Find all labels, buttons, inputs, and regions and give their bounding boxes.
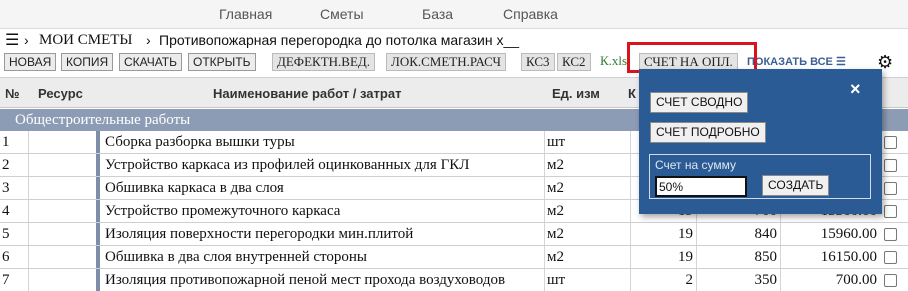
row-unit: м2	[544, 200, 630, 222]
estimate-title: Противопожарная перегородка до потолка м…	[159, 32, 520, 48]
row-price: 850	[696, 246, 780, 268]
column-header-number[interactable]: №	[5, 86, 20, 101]
section-title: Общестроительные работы	[15, 112, 191, 128]
row-name: Изоляция поверхности перегородки мин.пли…	[96, 223, 544, 245]
invoice-popup: × СЧЕТ СВОДНО СЧЕТ ПОДРОБНО Счет на сумм…	[639, 69, 882, 214]
open-button[interactable]: ОТКРЫТЬ	[188, 53, 256, 71]
nav-database[interactable]: База	[422, 6, 453, 22]
row-qty: 19	[630, 246, 696, 268]
invoice-amount-label: Счет на сумму	[655, 158, 737, 172]
invoice-amount-input[interactable]	[655, 176, 747, 197]
row-resource	[28, 269, 96, 291]
breadcrumb-separator: ›	[24, 32, 29, 48]
row-price: 840	[696, 223, 780, 245]
invoice-detailed-button[interactable]: СЧЕТ ПОДРОБНО	[650, 122, 766, 143]
create-invoice-button[interactable]: СОЗДАТЬ	[762, 175, 830, 196]
column-header-resource[interactable]: Ресурс	[38, 86, 83, 101]
row-name: Устройство каркаса из профилей оцинкован…	[96, 154, 544, 176]
row-checkbox[interactable]	[884, 182, 897, 195]
close-icon[interactable]: ×	[850, 79, 861, 100]
row-checkbox[interactable]	[884, 228, 897, 241]
k-xls-button[interactable]: К.xls	[596, 53, 631, 71]
row-qty: 2	[630, 269, 696, 291]
nav-home[interactable]: Главная	[219, 6, 272, 22]
row-name: Сборка разборка вышки туры	[96, 131, 544, 153]
row-unit: шт	[544, 269, 630, 291]
nav-estimates[interactable]: Сметы	[320, 6, 364, 22]
row-number: 3	[2, 180, 10, 196]
defect-statement-button[interactable]: ДЕФЕКТН.ВЕД.	[272, 53, 375, 71]
hamburger-icon[interactable]: ☰	[5, 30, 19, 50]
column-header-unit[interactable]: Ед. изм	[552, 86, 600, 101]
row-unit: м2	[544, 223, 630, 245]
row-checkbox[interactable]	[884, 159, 897, 172]
row-resource	[28, 246, 96, 268]
top-navigation: Главная Сметы База Справка	[0, 0, 908, 29]
nav-help[interactable]: Справка	[503, 6, 558, 22]
row-sum: 16150.00	[780, 246, 880, 268]
row-sum: 15960.00	[780, 223, 880, 245]
row-number: 6	[2, 249, 10, 265]
row-checkbox[interactable]	[884, 274, 897, 287]
row-number: 5	[2, 226, 10, 242]
row-checkbox[interactable]	[884, 251, 897, 264]
row-unit: м2	[544, 177, 630, 199]
row-unit: м2	[544, 246, 630, 268]
row-number: 4	[2, 203, 10, 219]
row-name: Изоляция противопожарной пеной мест прох…	[96, 269, 544, 291]
row-checkbox[interactable]	[884, 136, 897, 149]
ks3-button[interactable]: КС3	[521, 53, 555, 71]
row-number: 2	[2, 157, 10, 173]
column-header-qty[interactable]: К	[628, 86, 636, 101]
show-all-button[interactable]: ПОКАЗАТЬ ВСЕ ☰	[747, 55, 846, 68]
table-row[interactable]: 5 Изоляция поверхности перегородки мин.п…	[0, 223, 908, 246]
row-number: 1	[2, 134, 10, 150]
row-name: Обшивка каркаса в два слоя	[96, 177, 544, 199]
column-header-name[interactable]: Наименование работ / затрат	[213, 86, 401, 101]
row-resource	[28, 131, 96, 153]
row-price: 350	[696, 269, 780, 291]
row-resource	[28, 154, 96, 176]
row-resource	[28, 223, 96, 245]
row-resource	[28, 177, 96, 199]
table-row[interactable]: 7 Изоляция противопожарной пеной мест пр…	[0, 269, 908, 291]
row-name: Обшивка в два слоя внутренней стороны	[96, 246, 544, 268]
download-button[interactable]: СКАЧАТЬ	[119, 53, 182, 71]
row-unit: м2	[544, 154, 630, 176]
new-button[interactable]: НОВАЯ	[4, 53, 57, 71]
breadcrumb-my-estimates[interactable]: МОИ СМЕТЫ	[39, 32, 133, 49]
row-number: 7	[2, 272, 10, 288]
breadcrumb-separator: ›	[146, 32, 151, 48]
row-checkbox[interactable]	[884, 205, 897, 218]
invoice-amount-group: Счет на сумму СОЗДАТЬ	[649, 154, 871, 199]
invoice-summary-button[interactable]: СЧЕТ СВОДНО	[650, 92, 749, 113]
row-name: Устройство промежуточного каркаса	[96, 200, 544, 222]
ks2-button[interactable]: КС2	[557, 53, 591, 71]
row-resource	[28, 200, 96, 222]
breadcrumb: ☰ › МОИ СМЕТЫ › Противопожарная перегоро…	[0, 29, 908, 51]
copy-button[interactable]: КОПИЯ	[61, 53, 114, 71]
local-estimate-button[interactable]: ЛОК.СМЕТН.РАСЧ	[386, 53, 506, 71]
table-row[interactable]: 6 Обшивка в два слоя внутренней стороны …	[0, 246, 908, 269]
row-qty: 19	[630, 223, 696, 245]
row-unit: шт	[544, 131, 630, 153]
row-sum: 700.00	[780, 269, 880, 291]
